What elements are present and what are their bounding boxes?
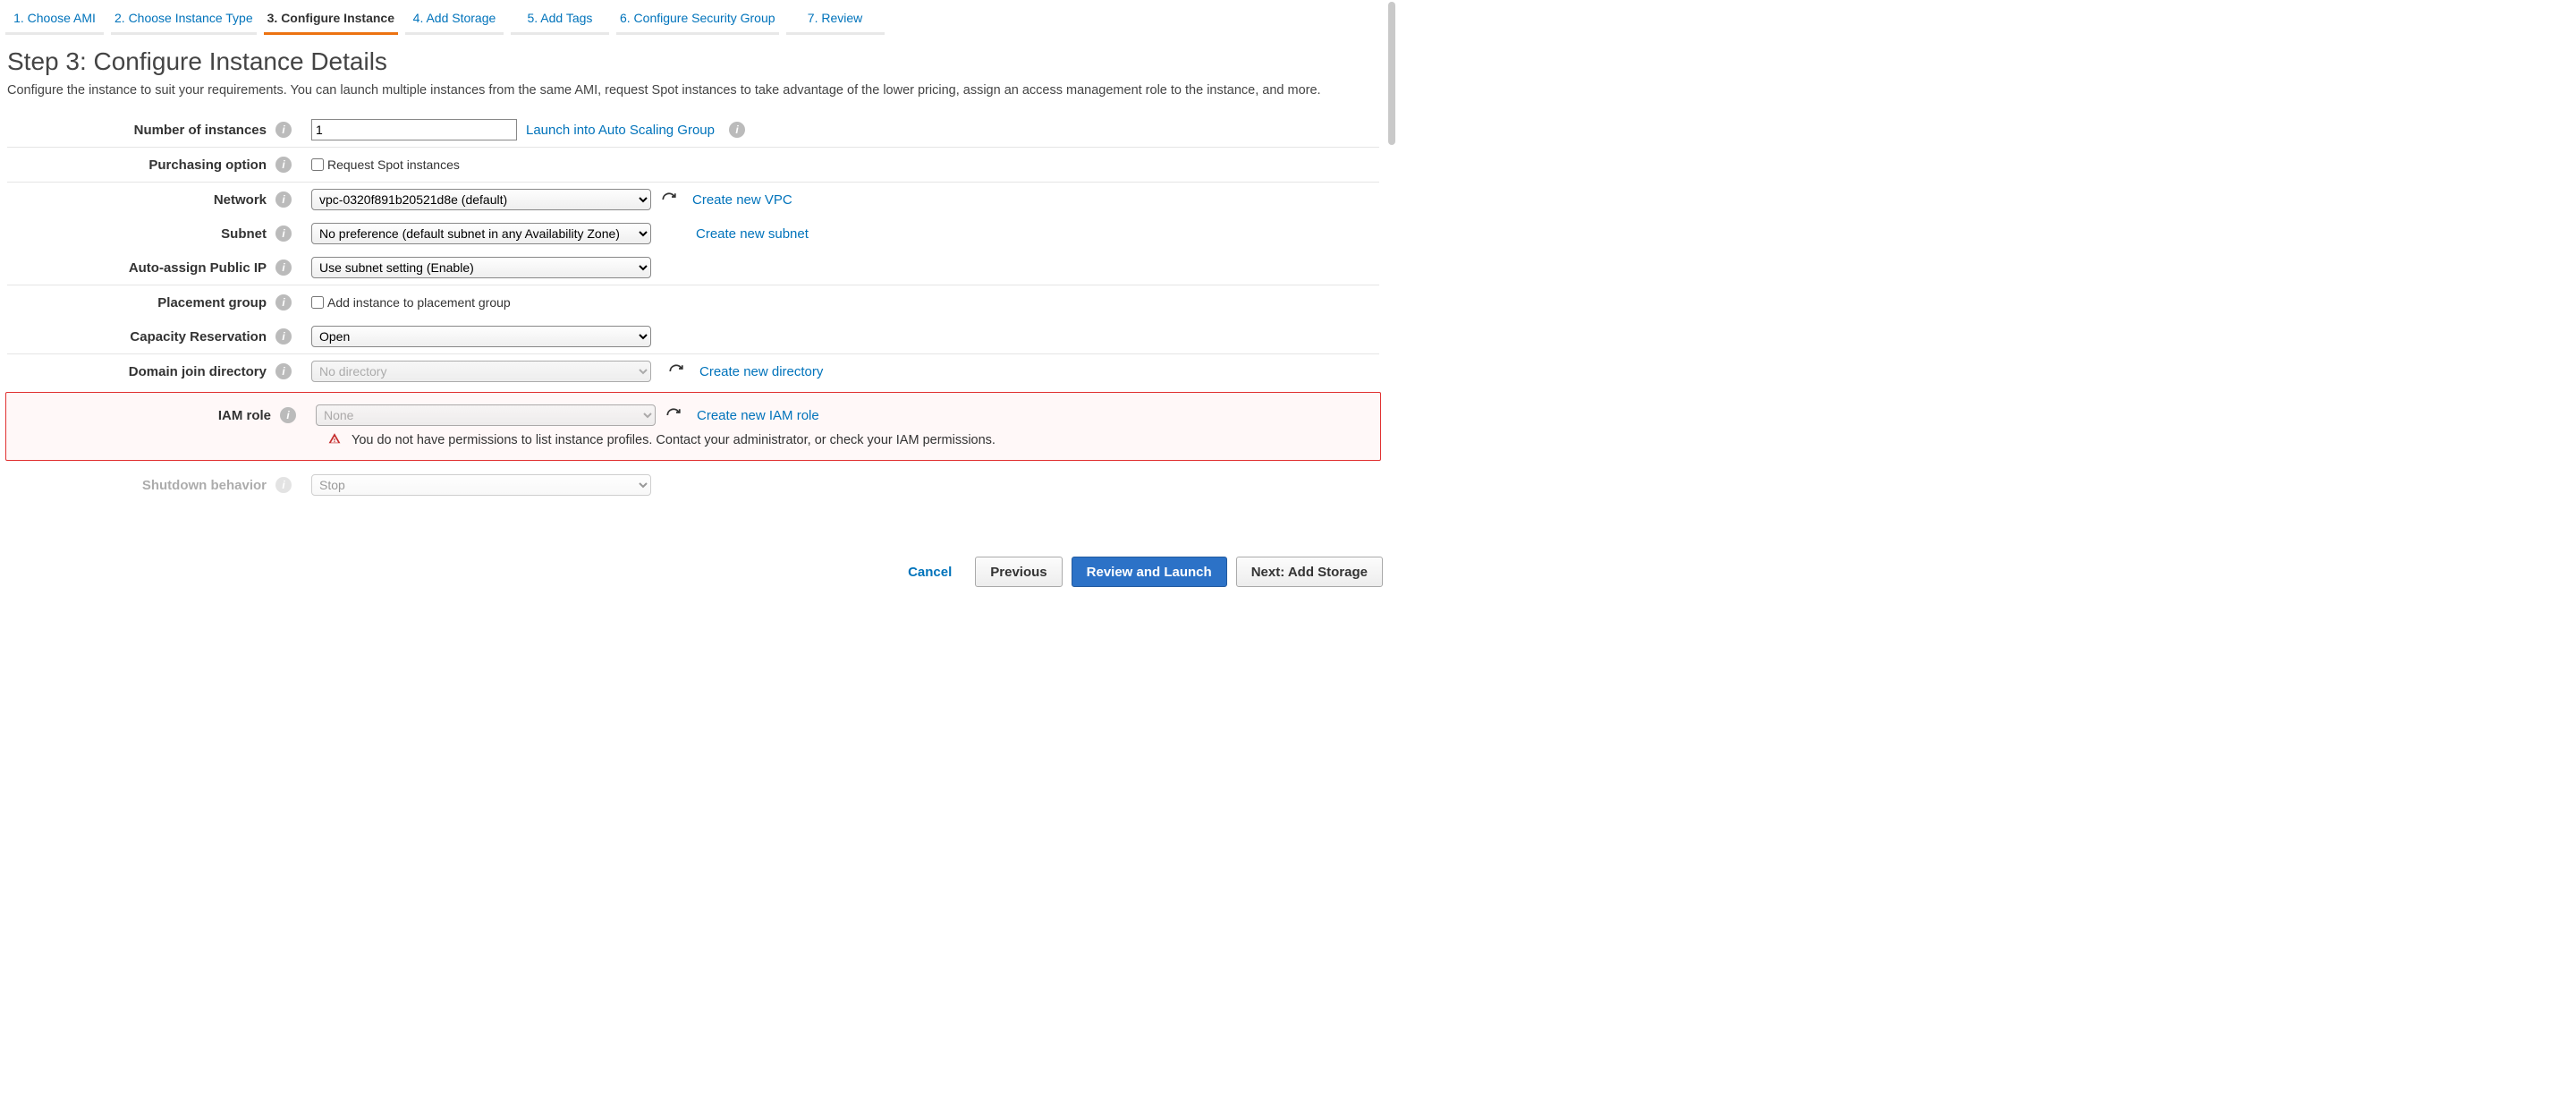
create-directory-link[interactable]: Create new directory: [699, 364, 823, 379]
request-spot-label: Request Spot instances: [327, 157, 460, 172]
next-button[interactable]: Next: Add Storage: [1236, 557, 1383, 587]
request-spot-checkbox[interactable]: [311, 158, 324, 171]
iam-error-message: You do not have permissions to list inst…: [352, 433, 996, 447]
shutdown-label: Shutdown behavior: [7, 478, 275, 493]
warning-icon: [328, 432, 341, 447]
iam-role-alert: IAM role i None Create new IAM role You …: [5, 392, 1381, 461]
launch-asg-link[interactable]: Launch into Auto Scaling Group: [526, 123, 715, 138]
info-icon[interactable]: i: [280, 407, 296, 423]
subnet-label: Subnet: [7, 226, 275, 242]
shutdown-select[interactable]: Stop: [311, 474, 651, 496]
tab-add-tags[interactable]: 5. Add Tags: [511, 5, 609, 35]
wizard-footer: Cancel Previous Review and Launch Next: …: [0, 546, 1395, 598]
tab-choose-ami[interactable]: 1. Choose AMI: [5, 5, 104, 35]
info-icon[interactable]: i: [275, 328, 292, 345]
cancel-button[interactable]: Cancel: [894, 557, 966, 587]
domain-select[interactable]: No directory: [311, 361, 651, 382]
autoip-label: Auto-assign Public IP: [7, 260, 275, 276]
scrollbar[interactable]: [1388, 2, 1395, 539]
capacity-label: Capacity Reservation: [7, 329, 275, 345]
instances-input[interactable]: [311, 119, 517, 140]
info-icon[interactable]: i: [729, 122, 745, 138]
autoip-select[interactable]: Use subnet setting (Enable): [311, 257, 651, 278]
page-description: Configure the instance to suit your requ…: [7, 81, 1379, 100]
placement-group-checkbox[interactable]: [311, 296, 324, 309]
instances-label: Number of instances: [7, 123, 275, 138]
refresh-icon[interactable]: [660, 191, 678, 208]
info-icon[interactable]: i: [275, 122, 292, 138]
subnet-select[interactable]: No preference (default subnet in any Ava…: [311, 223, 651, 244]
iam-label: IAM role: [12, 408, 280, 423]
tab-add-storage[interactable]: 4. Add Storage: [405, 5, 504, 35]
purchasing-label: Purchasing option: [7, 157, 275, 173]
network-label: Network: [7, 192, 275, 208]
wizard-tabs: 1. Choose AMI 2. Choose Instance Type 3.…: [2, 0, 1385, 35]
page-title: Step 3: Configure Instance Details: [7, 47, 1379, 76]
capacity-select[interactable]: Open: [311, 326, 651, 347]
refresh-icon[interactable]: [667, 362, 685, 380]
tab-review[interactable]: 7. Review: [786, 5, 885, 35]
info-icon[interactable]: i: [275, 157, 292, 173]
iam-role-select[interactable]: None: [316, 404, 656, 426]
previous-button[interactable]: Previous: [975, 557, 1062, 587]
info-icon[interactable]: i: [275, 259, 292, 276]
info-icon[interactable]: i: [275, 225, 292, 242]
network-select[interactable]: vpc-0320f891b20521d8e (default): [311, 189, 651, 210]
create-subnet-link[interactable]: Create new subnet: [696, 226, 809, 242]
domain-label: Domain join directory: [7, 364, 275, 379]
create-vpc-link[interactable]: Create new VPC: [692, 192, 792, 208]
refresh-icon[interactable]: [665, 406, 682, 424]
info-icon[interactable]: i: [275, 477, 292, 493]
tab-configure-instance[interactable]: 3. Configure Instance: [264, 5, 398, 35]
create-iam-role-link[interactable]: Create new IAM role: [697, 408, 819, 423]
info-icon[interactable]: i: [275, 294, 292, 311]
placement-label: Placement group: [7, 295, 275, 311]
info-icon[interactable]: i: [275, 191, 292, 208]
tab-configure-security-group[interactable]: 6. Configure Security Group: [616, 5, 779, 35]
info-icon[interactable]: i: [275, 363, 292, 379]
tab-choose-instance-type[interactable]: 2. Choose Instance Type: [111, 5, 257, 35]
placement-group-checkbox-label: Add instance to placement group: [327, 295, 511, 310]
review-and-launch-button[interactable]: Review and Launch: [1072, 557, 1227, 587]
